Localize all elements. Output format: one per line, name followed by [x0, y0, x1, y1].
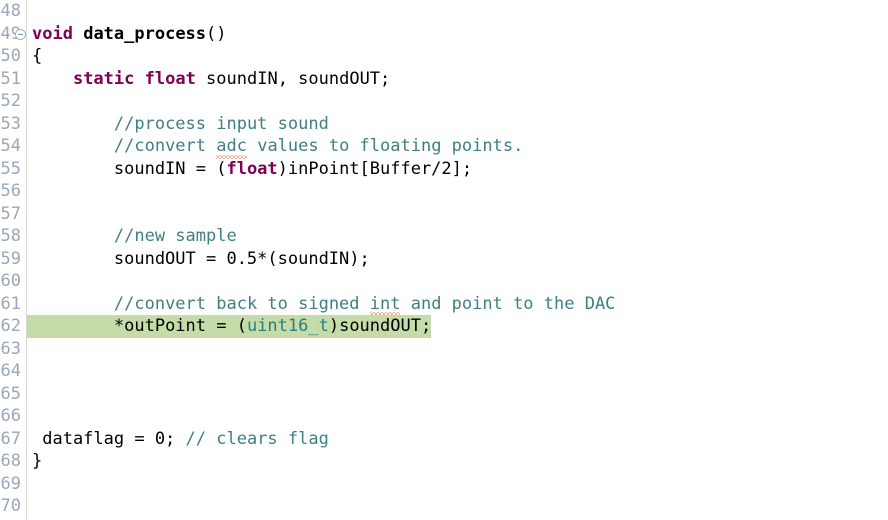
- line-number: 63: [0, 338, 21, 359]
- line-number: 62: [0, 316, 21, 336]
- line-number: 56: [0, 181, 21, 201]
- line-number: 50: [0, 46, 21, 66]
- spellcheck-word: int: [369, 293, 401, 316]
- code-line[interactable]: dataflag = 0; // clears flag: [27, 428, 888, 451]
- code-line[interactable]: [27, 180, 888, 203]
- code-line[interactable]: *outPoint = (uint16_t)soundOUT;: [27, 315, 888, 338]
- code-token: )soundOUT;: [328, 316, 432, 336]
- code-token: and point to the DAC: [400, 293, 616, 314]
- code-token: void: [32, 23, 73, 44]
- code-token: )inPoint[Buffer/2];: [277, 158, 473, 179]
- line-number-gutter[interactable]: 48 49 50 51 52 53 54 55 56 57 58 59 60 61 62 63 64 65 66 67…: [0, 0, 27, 520]
- code-token: (): [206, 23, 227, 44]
- code-token: soundIN = (: [32, 158, 227, 179]
- line-number: 55: [0, 158, 21, 179]
- line-number: 67: [0, 428, 21, 449]
- code-line[interactable]: [27, 360, 888, 383]
- code-line[interactable]: //convert adc values to floating points.: [27, 135, 888, 158]
- code-line[interactable]: }: [27, 450, 888, 473]
- code-token: soundOUT = 0.5*(soundIN);: [32, 248, 370, 269]
- code-token: *outPoint = (: [113, 316, 247, 336]
- code-line[interactable]: [27, 405, 888, 428]
- code-line[interactable]: [27, 0, 888, 23]
- line-number: 61: [0, 293, 21, 314]
- code-line[interactable]: [27, 495, 888, 518]
- line-number: 58: [0, 226, 21, 246]
- line-number: 49: [0, 23, 21, 44]
- line-number: 64: [0, 361, 21, 381]
- code-token: static: [72, 68, 135, 89]
- line-number: 68: [0, 451, 21, 471]
- code-token: float: [226, 158, 278, 179]
- line-number: 60: [0, 271, 21, 291]
- code-line[interactable]: {: [27, 45, 888, 68]
- spellcheck-word: adc: [216, 136, 247, 158]
- code-text-area[interactable]: void data_process(){ static float soundI…: [27, 0, 888, 520]
- code-editor[interactable]: 48 49 50 51 52 53 54 55 56 57 58 59 60 61 62 63 64 65 66 67…: [0, 0, 888, 520]
- code-token: float: [144, 68, 196, 89]
- code-line[interactable]: [27, 383, 888, 406]
- code-token: //convert: [113, 136, 217, 156]
- line-number: 52: [0, 91, 21, 111]
- code-line[interactable]: [27, 270, 888, 293]
- code-line[interactable]: //new sample: [27, 225, 888, 248]
- code-line[interactable]: soundIN = (float)inPoint[Buffer/2];: [27, 158, 888, 181]
- code-token: }: [32, 451, 43, 471]
- line-number: 48: [0, 1, 21, 21]
- code-line[interactable]: static float soundIN, soundOUT;: [27, 68, 888, 91]
- code-token: soundIN, soundOUT;: [195, 68, 391, 89]
- code-line[interactable]: [27, 90, 888, 113]
- code-token: // clears flag: [185, 428, 329, 449]
- code-line[interactable]: //process input sound: [27, 113, 888, 136]
- code-line[interactable]: [27, 338, 888, 361]
- code-token: dataflag = 0;: [32, 428, 186, 449]
- code-line[interactable]: void data_process(): [27, 23, 888, 46]
- line-number: 65: [0, 383, 21, 404]
- code-line[interactable]: soundOUT = 0.5*(soundIN);: [27, 248, 888, 271]
- line-number: 69: [0, 473, 21, 494]
- code-token: values to floating points.: [246, 136, 524, 156]
- line-number: 51: [0, 68, 21, 89]
- line-number: 57: [0, 203, 21, 224]
- highlighted-code-run: *outPoint = (uint16_t)soundOUT;: [27, 315, 432, 338]
- line-number: 54: [0, 136, 21, 156]
- code-line[interactable]: [27, 203, 888, 226]
- line-number: 59: [0, 248, 21, 269]
- code-line[interactable]: //convert back to signed int and point t…: [27, 293, 888, 316]
- code-line[interactable]: [27, 473, 888, 496]
- code-token: //process input sound: [113, 113, 329, 134]
- line-number-list: 48 49 50 51 52 53 54 55 56 57 58 59 60 61 62 63 64 65 66 67…: [0, 0, 27, 518]
- line-number: 70: [0, 496, 21, 516]
- code-token: {: [32, 46, 43, 66]
- code-token: //new sample: [113, 226, 237, 246]
- line-number: 53: [0, 113, 21, 134]
- code-token: data_process: [83, 23, 207, 44]
- line-number: 66: [0, 406, 21, 426]
- code-token: //convert back to signed: [113, 293, 370, 314]
- code-token: uint16_t: [246, 316, 329, 336]
